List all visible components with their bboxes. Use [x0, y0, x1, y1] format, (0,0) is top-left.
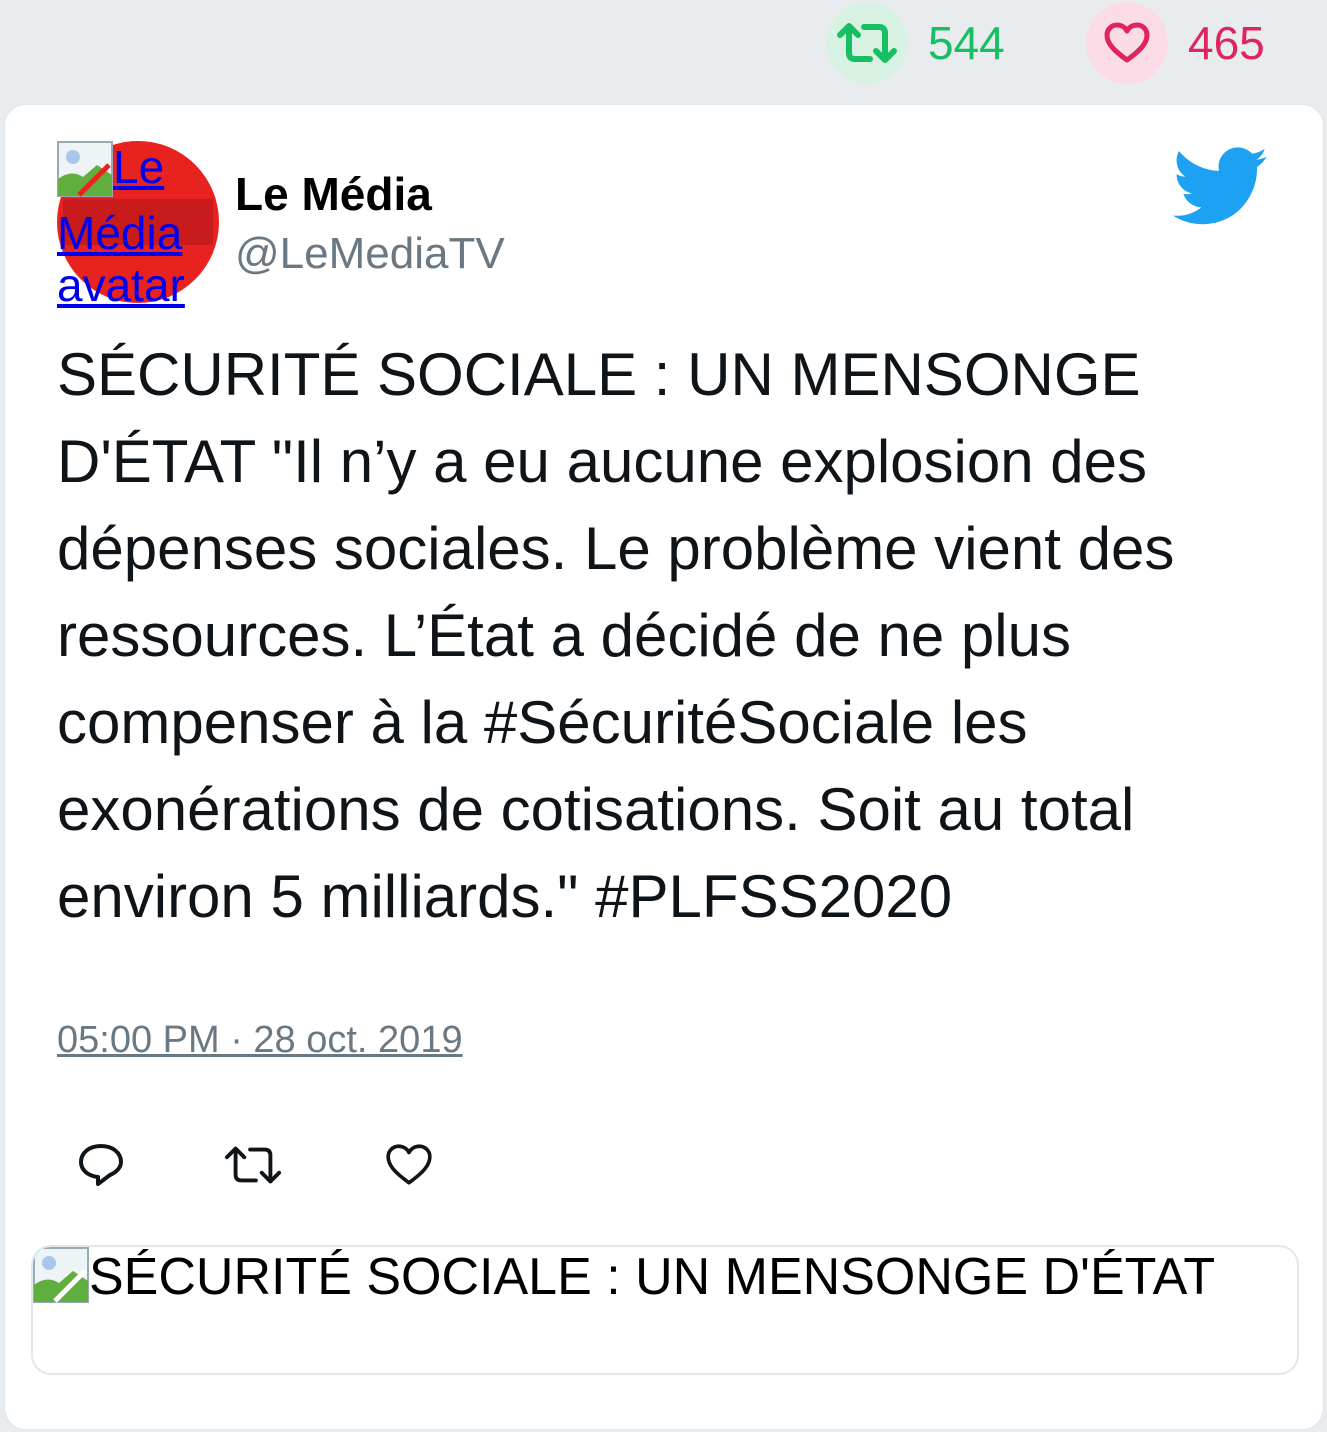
- link-preview-card[interactable]: SÉCURITÉ SOCIALE : UN MENSONGE D'ÉTAT: [31, 1245, 1299, 1375]
- tweet-text: SÉCURITÉ SOCIALE : UN MENSONGE D'ÉTAT "I…: [57, 341, 1175, 930]
- like-count: 465: [1188, 17, 1265, 69]
- broken-image-icon: [57, 141, 113, 207]
- broken-image-icon: [33, 1247, 89, 1316]
- like-action-icon[interactable]: [379, 1135, 439, 1195]
- heart-icon[interactable]: [1086, 2, 1168, 84]
- reply-icon[interactable]: [71, 1135, 131, 1195]
- tweet-actions: [57, 1135, 557, 1195]
- retweet-action-icon[interactable]: [223, 1135, 283, 1195]
- like-stat[interactable]: 465: [1086, 2, 1265, 84]
- avatar-alt-link[interactable]: Le Média avatar: [57, 141, 227, 311]
- link-preview-alt[interactable]: SÉCURITÉ SOCIALE : UN MENSONGE D'ÉTAT: [33, 1247, 1293, 1316]
- author-name[interactable]: Le Média: [235, 167, 432, 221]
- author-handle[interactable]: @LeMediaTV: [235, 229, 505, 279]
- link-preview-title[interactable]: SÉCURITÉ SOCIALE : UN MENSONGE D'ÉTAT: [89, 1248, 1215, 1306]
- tweet-card: Le Média avatar Le Média @LeMediaTV SÉCU…: [4, 104, 1324, 1430]
- avatar[interactable]: Le Média avatar: [57, 141, 219, 311]
- retweet-icon[interactable]: [826, 2, 908, 84]
- twitter-bird-icon[interactable]: [1172, 145, 1269, 229]
- retweet-count: 544: [928, 17, 1005, 69]
- stats-bar: 544 465: [0, 0, 1327, 100]
- retweet-stat[interactable]: 544: [826, 2, 1005, 84]
- tweet-timestamp[interactable]: 05:00 PM · 28 oct. 2019: [57, 1019, 463, 1062]
